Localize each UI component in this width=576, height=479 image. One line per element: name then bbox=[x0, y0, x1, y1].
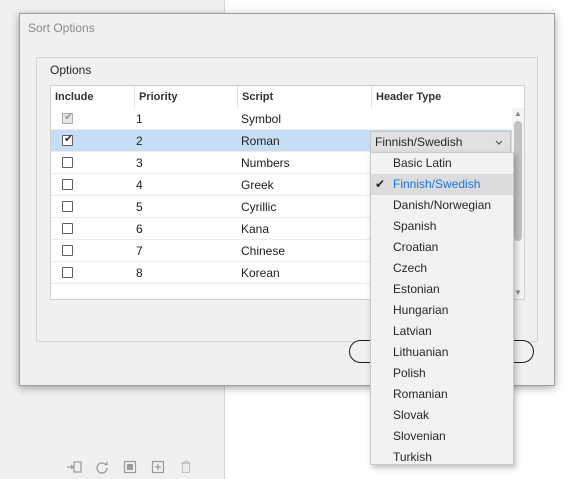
dropdown-option[interactable]: Czech bbox=[371, 258, 513, 279]
script-cell: Korean bbox=[241, 266, 280, 280]
update-icon[interactable] bbox=[122, 459, 138, 475]
dialog-titlebar[interactable]: Sort Options bbox=[20, 14, 554, 44]
dropdown-option-label: Polish bbox=[393, 366, 426, 380]
refresh-icon[interactable] bbox=[94, 459, 110, 475]
priority-cell: 4 bbox=[136, 178, 143, 192]
dropdown-option[interactable]: ✔ Finnish/Swedish bbox=[371, 174, 513, 195]
include-checkbox[interactable] bbox=[62, 267, 73, 278]
dropdown-option[interactable]: Slovak bbox=[371, 405, 513, 426]
new-from-icon[interactable] bbox=[66, 459, 82, 475]
script-cell: Kana bbox=[241, 222, 270, 236]
combo-value: Finnish/Swedish bbox=[375, 135, 463, 149]
dropdown-option[interactable]: Turkish bbox=[371, 447, 513, 468]
dropdown-option[interactable]: Lithuanian bbox=[371, 342, 513, 363]
script-cell: Roman bbox=[241, 134, 280, 148]
priority-cell: 2 bbox=[136, 134, 143, 148]
include-checkbox[interactable]: ✔ bbox=[62, 133, 74, 146]
dropdown-option[interactable]: Hungarian bbox=[371, 300, 513, 321]
dropdown-option-label: Latvian bbox=[393, 324, 432, 338]
priority-cell: 5 bbox=[136, 200, 143, 214]
script-cell: Cyrillic bbox=[241, 200, 277, 214]
dropdown-option-label: Danish/Norwegian bbox=[393, 198, 492, 212]
priority-cell: 3 bbox=[136, 156, 143, 170]
script-cell: Symbol bbox=[241, 112, 282, 126]
checkmark-icon: ✔ bbox=[64, 111, 74, 123]
priority-cell: 1 bbox=[136, 112, 143, 126]
include-checkbox[interactable] bbox=[62, 245, 73, 256]
include-checkbox[interactable] bbox=[62, 223, 73, 234]
include-checkbox[interactable] bbox=[62, 157, 73, 168]
dropdown-option-label: Romanian bbox=[393, 387, 448, 401]
dropdown-option[interactable]: Polish bbox=[371, 363, 513, 384]
dropdown-option-label: Basic Latin bbox=[393, 156, 452, 170]
table-header: Include Priority Script Header Type bbox=[51, 86, 524, 108]
script-cell: Chinese bbox=[241, 244, 286, 258]
options-group-label: Options bbox=[46, 63, 96, 77]
header-type-combo[interactable]: Finnish/Swedish bbox=[370, 131, 511, 153]
dropdown-option-label: Hungarian bbox=[393, 303, 449, 317]
panel-toolbar bbox=[66, 458, 194, 476]
dropdown-option-label: Turkish bbox=[393, 450, 432, 464]
priority-cell: 6 bbox=[136, 222, 143, 236]
column-header-script[interactable]: Script bbox=[238, 86, 372, 108]
checkmark-icon: ✔ bbox=[64, 133, 74, 145]
dropdown-option-label: Croatian bbox=[393, 240, 439, 254]
dropdown-option[interactable]: Danish/Norwegian bbox=[371, 195, 513, 216]
include-checkbox[interactable] bbox=[62, 201, 73, 212]
trash-icon[interactable] bbox=[178, 459, 194, 475]
column-header-priority[interactable]: Priority bbox=[135, 86, 238, 108]
new-icon[interactable] bbox=[150, 459, 166, 475]
include-checkbox: ✔ bbox=[62, 111, 74, 124]
dropdown-option[interactable]: Latvian bbox=[371, 321, 513, 342]
dropdown-option-label: Slovenian bbox=[393, 429, 446, 443]
dropdown-option-label: Finnish/Swedish bbox=[393, 177, 481, 191]
chevron-down-icon[interactable] bbox=[494, 135, 504, 149]
dropdown-option[interactable]: Romanian bbox=[371, 384, 513, 405]
header-type-dropdown: Basic Latin ✔ Finnish/Swedish Danish/Norweg… bbox=[370, 152, 514, 465]
dropdown-option[interactable]: Basic Latin bbox=[371, 153, 513, 174]
dropdown-option-label: Lithuanian bbox=[393, 345, 449, 359]
dropdown-option[interactable]: Spanish bbox=[371, 216, 513, 237]
column-header-header-type[interactable]: Header Type bbox=[372, 86, 512, 108]
checkmark-icon: ✔ bbox=[375, 177, 386, 191]
script-cell: Greek bbox=[241, 178, 274, 192]
include-checkbox[interactable] bbox=[62, 179, 73, 190]
dropdown-option[interactable]: Croatian bbox=[371, 237, 513, 258]
dropdown-option-label: Estonian bbox=[393, 282, 440, 296]
dropdown-option[interactable]: Estonian bbox=[371, 279, 513, 300]
scroll-up-icon[interactable]: ▲ bbox=[512, 108, 524, 120]
column-header-include[interactable]: Include bbox=[51, 86, 135, 108]
priority-cell: 8 bbox=[136, 266, 143, 280]
priority-cell: 7 bbox=[136, 244, 143, 258]
dropdown-option-label: Slovak bbox=[393, 408, 430, 422]
script-cell: Numbers bbox=[241, 156, 290, 170]
table-row[interactable]: ✔ 1 Symbol bbox=[51, 108, 512, 130]
dialog-title: Sort Options bbox=[28, 21, 95, 35]
dropdown-option-label: Spanish bbox=[393, 219, 437, 233]
dropdown-option-label: Czech bbox=[393, 261, 428, 275]
scrollbar-thumb[interactable] bbox=[514, 121, 522, 241]
dropdown-option[interactable]: Slovenian bbox=[371, 426, 513, 447]
